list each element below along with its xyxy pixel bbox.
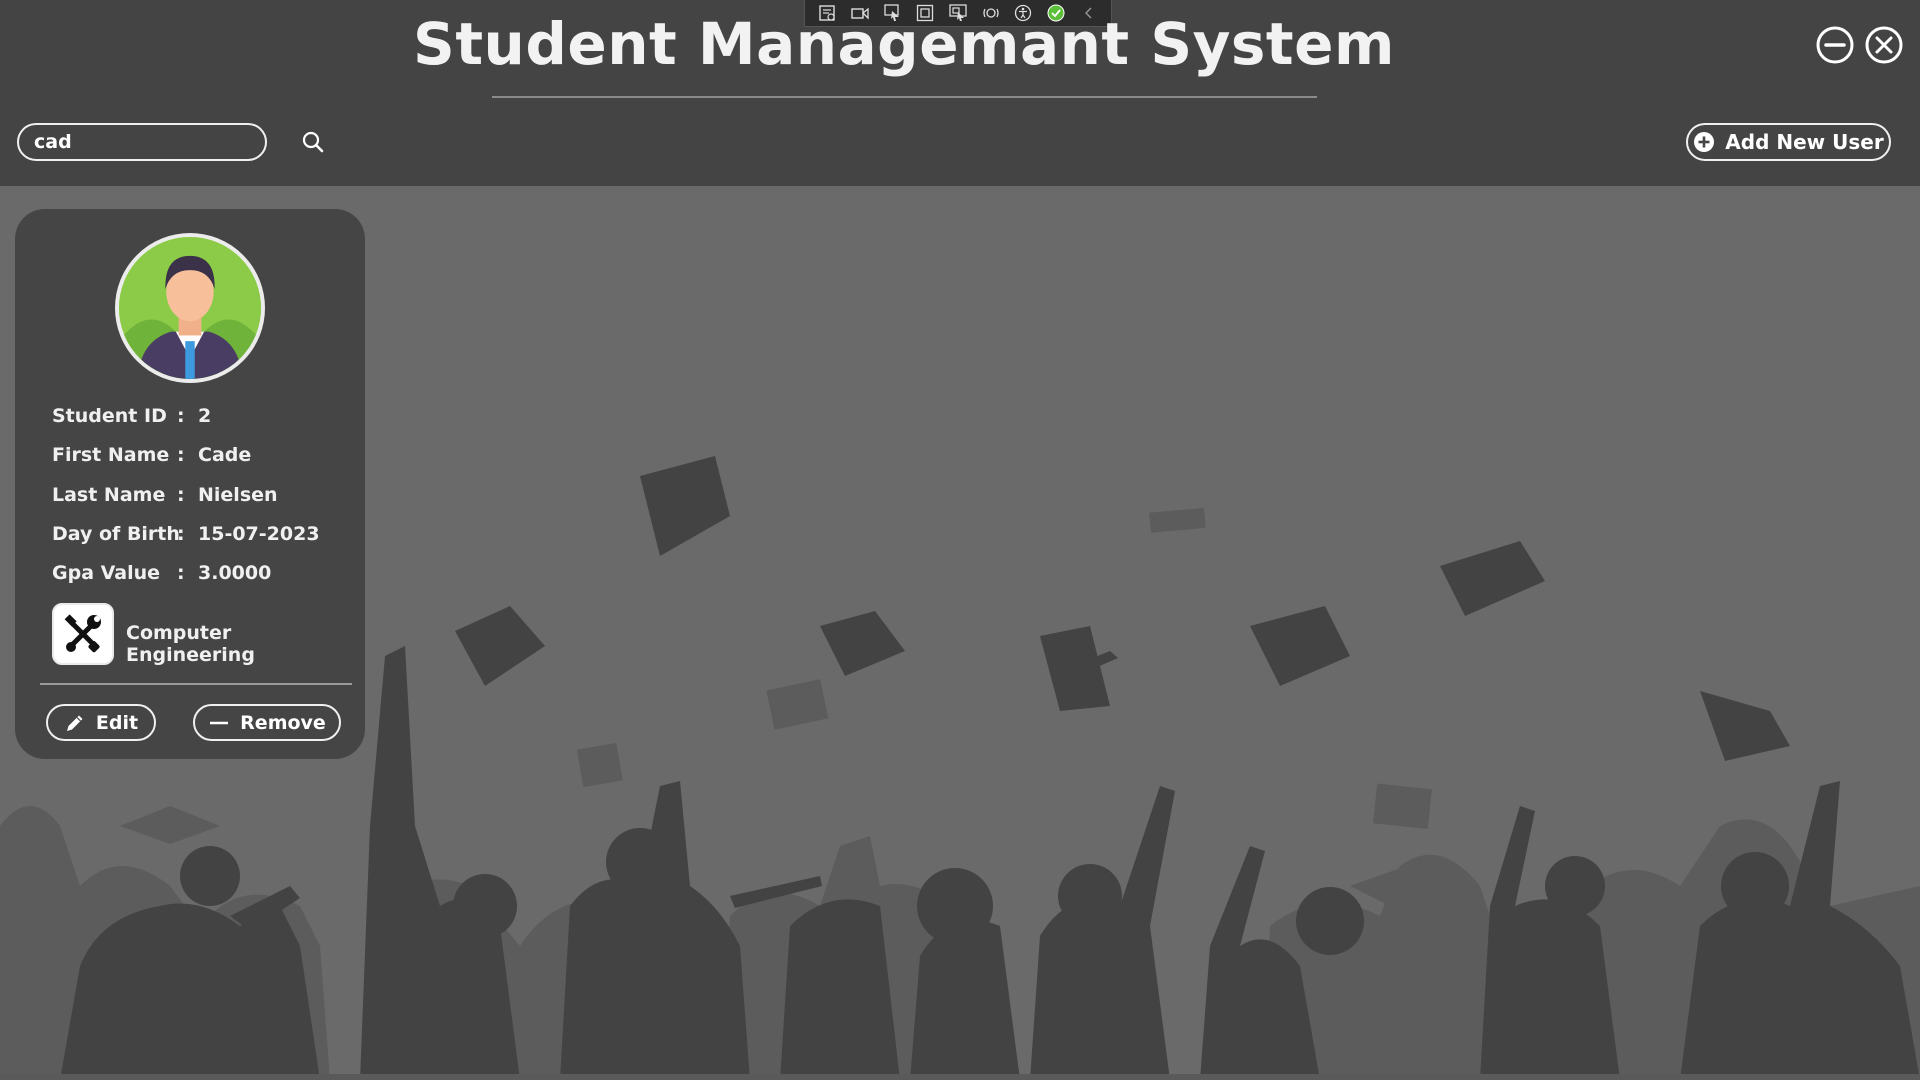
x-circle-icon: [1865, 26, 1903, 64]
edit-button[interactable]: Edit: [46, 704, 156, 741]
search-icon[interactable]: [301, 130, 325, 154]
student-card: Student ID : 2 First Name : Cade Last Na…: [15, 209, 365, 759]
search-input[interactable]: [34, 131, 301, 153]
department-label: Computer Engineering: [126, 622, 255, 666]
student-id-row: Student ID : 2: [52, 405, 212, 427]
page-title: Student Managemant System: [413, 10, 1395, 78]
minus-circle-icon: [1816, 26, 1854, 64]
bottom-edge: [0, 1074, 1920, 1080]
search-box[interactable]: [17, 123, 324, 161]
student-id-value: 2: [198, 405, 212, 427]
birth-date-value: 15-07-2023: [198, 523, 320, 545]
minus-icon: [210, 721, 229, 724]
pencil-icon: [66, 715, 83, 731]
birth-date-label: Day of Birth: [52, 523, 180, 545]
add-new-user-button[interactable]: Add New User: [1686, 123, 1891, 161]
gpa-label: Gpa Value: [52, 562, 161, 584]
student-avatar: [115, 233, 265, 383]
card-divider: [40, 683, 352, 685]
birth-date-row: Day of Birth : 15-07-2023: [52, 523, 320, 545]
title-divider: [492, 96, 1317, 98]
last-name-value: Nielsen: [198, 484, 278, 506]
first-name-label: First Name: [52, 444, 170, 466]
remove-label: Remove: [240, 711, 326, 734]
tools-icon: [64, 614, 101, 653]
gpa-row: Gpa Value : 3.0000: [52, 562, 272, 584]
edit-label: Edit: [95, 711, 139, 734]
last-name-label: Last Name: [52, 484, 166, 506]
close-button[interactable]: [1864, 25, 1904, 65]
student-id-label: Student ID: [52, 405, 167, 427]
first-name-value: Cade: [198, 444, 252, 466]
last-name-row: Last Name : Nielsen: [52, 484, 278, 506]
plus-circle-icon: [1694, 132, 1715, 152]
add-new-user-label: Add New User: [1725, 130, 1884, 154]
minimize-button[interactable]: [1815, 25, 1855, 65]
department-badge: [52, 603, 114, 665]
first-name-row: First Name : Cade: [52, 444, 252, 466]
remove-button[interactable]: Remove: [193, 704, 341, 741]
header-bar: Student Managemant System Add New User: [0, 0, 1920, 186]
gpa-value: 3.0000: [198, 562, 272, 584]
student-avatar-icon: [119, 237, 261, 379]
